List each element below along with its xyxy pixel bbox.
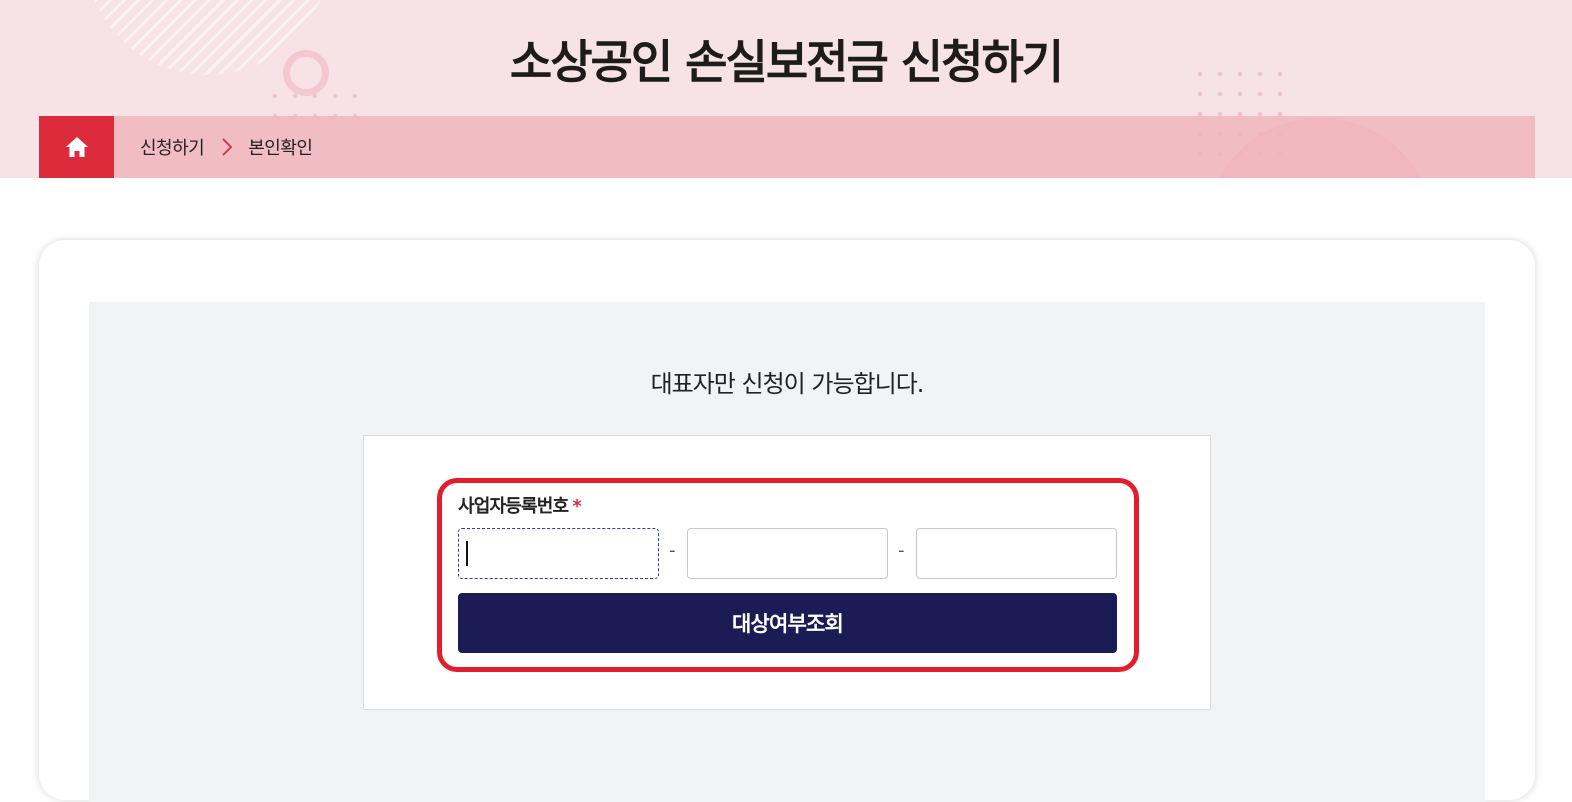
verification-form: 사업자등록번호 * - - 대상여부조회 xyxy=(363,435,1211,710)
content-panel: 대표자만 신청이 가능합니다. 사업자등록번호 * - - 대상여부조회 xyxy=(89,302,1485,802)
required-mark: * xyxy=(572,496,581,517)
business-number-input-3[interactable] xyxy=(916,528,1117,579)
breadcrumb-item-identity: 본인확인 xyxy=(248,138,313,159)
separator-dash: - xyxy=(669,540,676,561)
chevron-right-icon xyxy=(222,138,233,156)
business-number-input-1[interactable] xyxy=(458,528,659,579)
breadcrumb: 신청하기 본인확인 xyxy=(39,116,1535,178)
breadcrumb-item-apply[interactable]: 신청하기 xyxy=(140,134,205,160)
notice-text: 대표자만 신청이 가능합니다. xyxy=(650,370,925,398)
content-card: 대표자만 신청이 가능합니다. 사업자등록번호 * - - 대상여부조회 xyxy=(39,240,1535,802)
business-number-label-text: 사업자등록번호 xyxy=(458,496,569,517)
business-number-label: 사업자등록번호 * xyxy=(458,492,582,518)
hero-banner: 소상공인 손실보전금 신청하기 신청하기 본인확인 xyxy=(0,0,1572,178)
separator-dash: - xyxy=(898,540,905,561)
home-icon xyxy=(65,137,88,157)
check-eligibility-button[interactable]: 대상여부조회 xyxy=(458,593,1117,653)
text-cursor xyxy=(466,541,468,566)
home-button[interactable] xyxy=(39,116,114,178)
page-title: 소상공인 손실보전금 신청하기 xyxy=(509,35,1064,89)
business-number-input-2[interactable] xyxy=(687,528,888,579)
